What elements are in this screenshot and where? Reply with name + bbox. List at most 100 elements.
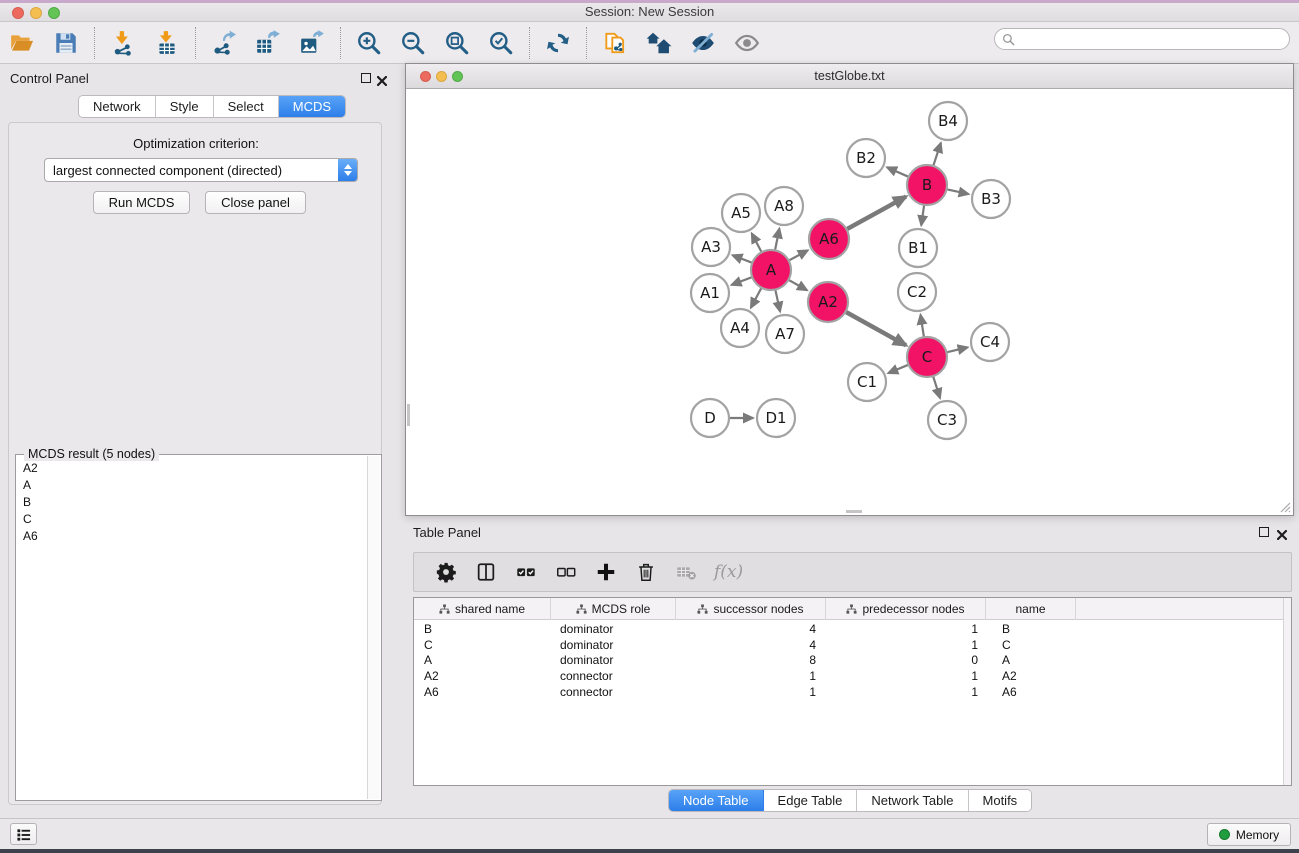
edge-A-A7[interactable]	[775, 289, 780, 312]
edge-A-A6[interactable]	[788, 250, 808, 261]
mcds-result-item[interactable]: A	[17, 476, 367, 493]
tab-edge-table[interactable]: Edge Table	[764, 790, 858, 811]
task-history-button[interactable]	[10, 823, 37, 845]
table-row[interactable]: Bdominator41B	[414, 622, 1283, 638]
zoom-in-icon[interactable]	[354, 28, 384, 58]
memory-button[interactable]: Memory	[1207, 823, 1291, 846]
node-table-header[interactable]: shared nameMCDS rolesuccessor nodesprede…	[414, 598, 1283, 620]
edge-A-A1[interactable]	[732, 277, 754, 285]
node-C2[interactable]: C2	[898, 273, 936, 311]
run-mcds-button[interactable]: Run MCDS	[93, 191, 190, 214]
network-hscroll-thumb[interactable]	[846, 510, 862, 513]
delete-row-trash-icon[interactable]	[633, 559, 659, 585]
table-row[interactable]: A2connector11A2	[414, 669, 1283, 685]
mcds-list-scrollbar[interactable]	[367, 456, 380, 799]
save-session-icon[interactable]	[51, 28, 81, 58]
show-columns-icon[interactable]	[473, 559, 499, 585]
edge-A-A8[interactable]	[775, 229, 780, 252]
edge-A-A4[interactable]	[751, 287, 762, 308]
column-header-name[interactable]: name	[986, 598, 1076, 620]
edge-B-B1[interactable]	[921, 204, 924, 225]
export-network-icon[interactable]	[209, 28, 239, 58]
node-A2[interactable]: A2	[808, 282, 848, 322]
table-row[interactable]: Adominator80A	[414, 653, 1283, 669]
edge-A2-C[interactable]	[845, 311, 906, 345]
table-panel-float-icon[interactable]	[1259, 527, 1269, 537]
node-C3[interactable]: C3	[928, 401, 966, 439]
edge-C-C2[interactable]	[920, 315, 924, 338]
edge-B-B3[interactable]	[946, 189, 969, 194]
search-field[interactable]	[994, 28, 1290, 50]
edge-C-C4[interactable]	[945, 347, 967, 352]
search-input[interactable]	[1019, 32, 1269, 46]
first-neighbors-icon[interactable]	[644, 28, 674, 58]
show-all-icon[interactable]	[732, 28, 762, 58]
mcds-result-item[interactable]: C	[17, 510, 367, 527]
node-D1[interactable]: D1	[757, 399, 795, 437]
table-row[interactable]: Cdominator41C	[414, 638, 1283, 654]
control-panel-float-icon[interactable]	[361, 73, 371, 83]
window-resize-grip[interactable]	[1278, 500, 1291, 513]
tab-network-table[interactable]: Network Table	[857, 790, 968, 811]
tab-network[interactable]: Network	[79, 96, 156, 117]
edge-B-B2[interactable]	[887, 167, 910, 177]
export-table-icon[interactable]	[253, 28, 283, 58]
node-A1[interactable]: A1	[691, 274, 729, 312]
criterion-dropdown[interactable]: largest connected component (directed)	[44, 158, 358, 182]
edge-A-A3[interactable]	[732, 255, 753, 263]
node-A5[interactable]: A5	[722, 194, 760, 232]
edge-A-A2[interactable]	[788, 279, 808, 290]
column-header-successor-nodes[interactable]: successor nodes	[676, 598, 826, 620]
column-header-predecessor-nodes[interactable]: predecessor nodes	[826, 598, 986, 620]
table-settings-gear-icon[interactable]	[433, 559, 459, 585]
edge-A6-B[interactable]	[846, 197, 906, 230]
node-C4[interactable]: C4	[971, 323, 1009, 361]
table-panel-close-icon[interactable]	[1277, 527, 1287, 545]
network-graph[interactable]: A A1 A2 A3 A4 A5 A6 A7 A8 B B1 B2 B3 B4 C C1 C2 C3 C4 D D1	[406, 89, 1293, 515]
node-A3[interactable]: A3	[692, 228, 730, 266]
network-window-titlebar[interactable]: testGlobe.txt	[406, 64, 1293, 89]
node-B3[interactable]: B3	[972, 180, 1010, 218]
node-table-scrollbar[interactable]	[1283, 598, 1291, 785]
zoom-selected-icon[interactable]	[486, 28, 516, 58]
clone-network-icon[interactable]	[600, 28, 630, 58]
column-header-mcds-role[interactable]: MCDS role	[551, 598, 676, 620]
node-A6[interactable]: A6	[809, 219, 849, 259]
node-B1[interactable]: B1	[899, 229, 937, 267]
mcds-result-list[interactable]: A2ABCA6	[17, 459, 367, 799]
edge-C-C1[interactable]	[888, 364, 909, 373]
node-A[interactable]: A	[751, 250, 791, 290]
node-B[interactable]: B	[907, 165, 947, 205]
network-vscroll-thumb[interactable]	[407, 404, 410, 426]
zoom-out-icon[interactable]	[398, 28, 428, 58]
column-header-shared-name[interactable]: shared name	[414, 598, 551, 620]
node-table-body[interactable]: Bdominator41BCdominator41CAdominator80AA…	[414, 620, 1283, 785]
network-canvas[interactable]: A A1 A2 A3 A4 A5 A6 A7 A8 B B1 B2 B3 B4 C C1 C2 C3 C4 D D1	[406, 89, 1293, 515]
node-C[interactable]: C	[907, 337, 947, 377]
import-network-icon[interactable]	[108, 28, 138, 58]
edge-C-C3[interactable]	[933, 375, 940, 398]
node-C1[interactable]: C1	[848, 363, 886, 401]
tab-select[interactable]: Select	[214, 96, 279, 117]
tab-style[interactable]: Style	[156, 96, 214, 117]
node-D[interactable]: D	[691, 399, 729, 437]
edge-A-A5[interactable]	[752, 233, 762, 253]
open-file-icon[interactable]	[7, 28, 37, 58]
tab-node-table[interactable]: Node Table	[669, 790, 764, 811]
table-row[interactable]: A6connector11A6	[414, 685, 1283, 701]
mcds-result-item[interactable]: A2	[17, 459, 367, 476]
node-B2[interactable]: B2	[847, 139, 885, 177]
mcds-result-item[interactable]: B	[17, 493, 367, 510]
zoom-fit-icon[interactable]	[442, 28, 472, 58]
hide-selected-icon[interactable]	[688, 28, 718, 58]
node-A4[interactable]: A4	[721, 309, 759, 347]
node-A7[interactable]: A7	[766, 315, 804, 353]
tab-mcds[interactable]: MCDS	[279, 96, 345, 117]
node-B4[interactable]: B4	[929, 102, 967, 140]
node-A8[interactable]: A8	[765, 187, 803, 225]
refresh-layout-icon[interactable]	[543, 28, 573, 58]
select-all-icon[interactable]	[513, 559, 539, 585]
control-panel-close-icon[interactable]	[377, 73, 387, 91]
export-image-icon[interactable]	[297, 28, 327, 58]
add-row-icon[interactable]	[593, 559, 619, 585]
